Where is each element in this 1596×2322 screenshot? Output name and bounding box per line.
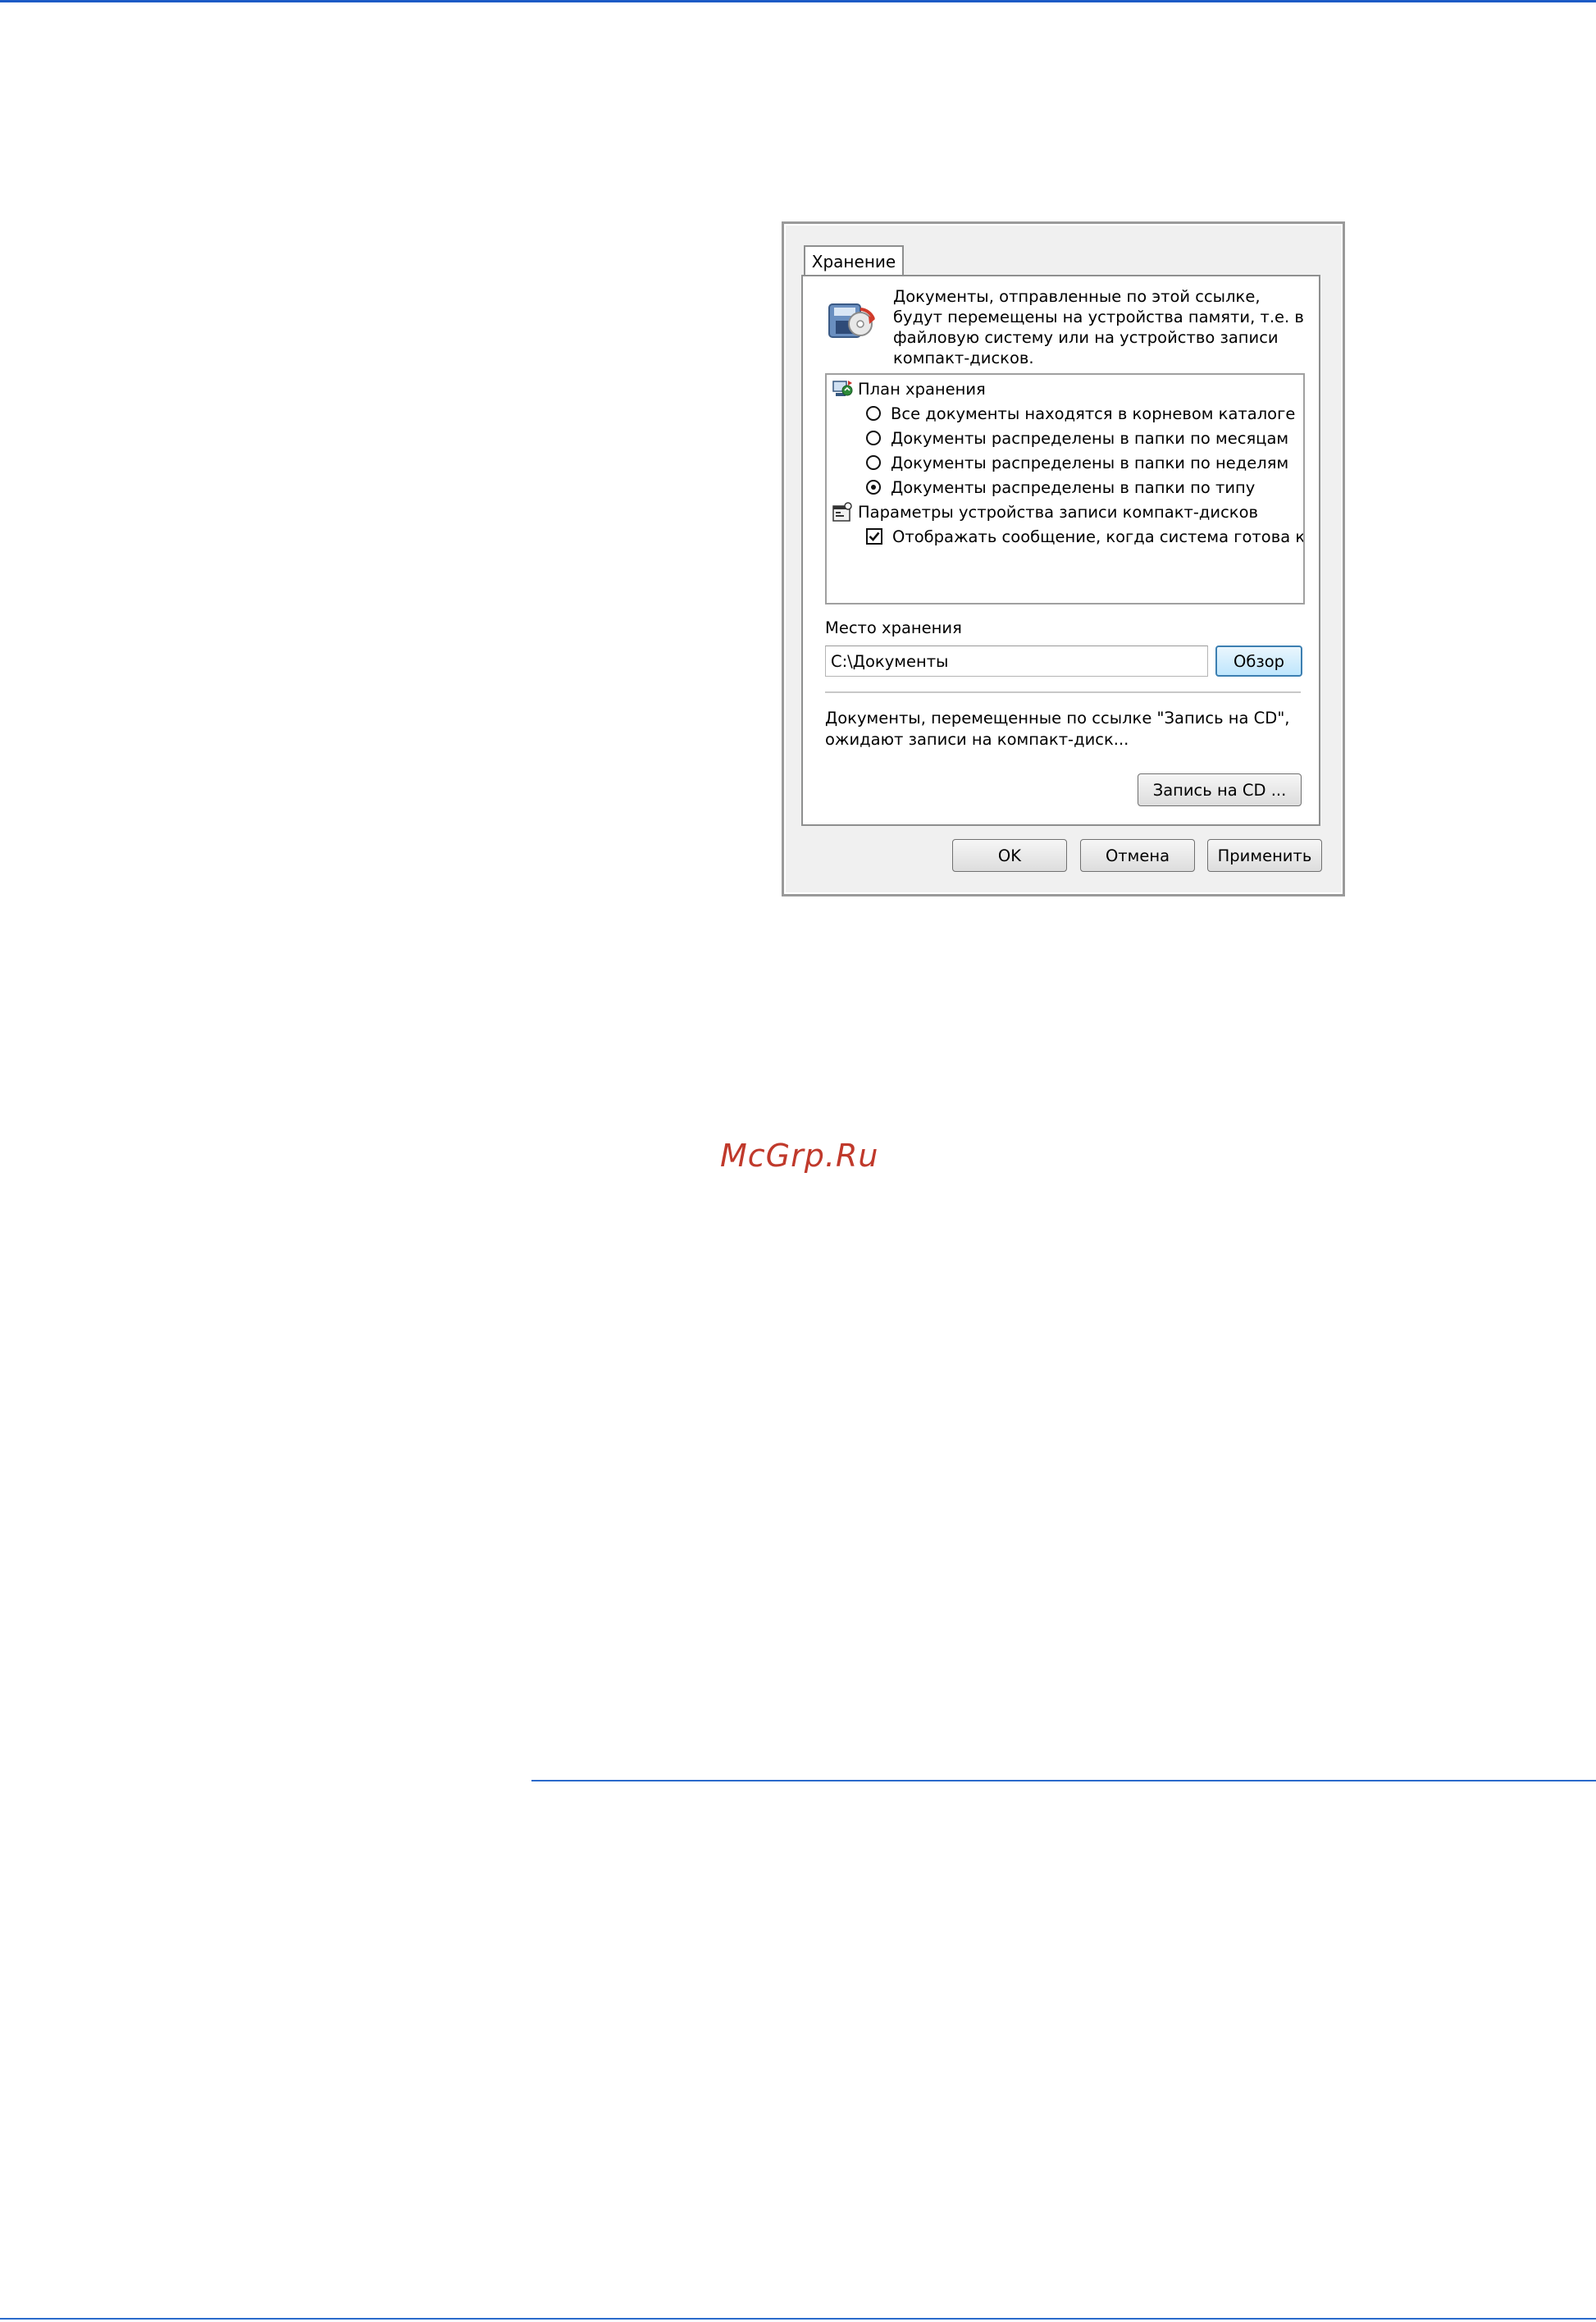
cd-settings-icon bbox=[832, 501, 853, 522]
tab-panel-storage: Документы, отправленные по этой ссылке, … bbox=[801, 275, 1320, 826]
cancel-button[interactable]: Отмена bbox=[1080, 839, 1195, 872]
radio-weeks[interactable] bbox=[866, 455, 881, 470]
cd-settings-label: Параметры устройства записи компакт-диск… bbox=[858, 502, 1259, 522]
plan-option-type[interactable]: Документы распределены в папки по типу bbox=[827, 475, 1255, 500]
intro-text: Документы, отправленные по этой ссылке, … bbox=[893, 287, 1304, 367]
ok-button[interactable]: OK bbox=[952, 839, 1067, 872]
bottom-rule bbox=[0, 2318, 1596, 2320]
location-input[interactable] bbox=[825, 646, 1208, 677]
storage-device-icon bbox=[824, 293, 877, 345]
plan-option-months[interactable]: Документы распределены в папки по месяца… bbox=[827, 426, 1288, 450]
storage-dialog: Хранение Документы, отправленные по этой… bbox=[782, 221, 1345, 896]
storage-plan-group: План хранения bbox=[827, 376, 986, 401]
storage-plan-label: План хранения bbox=[858, 379, 986, 399]
watermark: McGrp.Ru bbox=[720, 1138, 879, 1174]
top-rule bbox=[0, 0, 1596, 2]
checkmark-icon bbox=[869, 531, 880, 541]
storage-plan-box: План хранения Все документы находятся в … bbox=[825, 373, 1305, 604]
mid-rule bbox=[531, 1780, 1596, 1781]
storage-plan-icon bbox=[832, 378, 853, 399]
cd-pending-text: Документы, перемещенные по ссылке "Запис… bbox=[825, 709, 1290, 749]
location-label: Место хранения bbox=[825, 618, 962, 637]
divider bbox=[825, 691, 1301, 694]
browse-button[interactable]: Обзор bbox=[1215, 646, 1302, 677]
cd-option-label: Отображать сообщение, когда система гото… bbox=[892, 527, 1305, 546]
radio-root[interactable] bbox=[866, 406, 881, 421]
plan-option-label: Все документы находятся в корневом катал… bbox=[891, 404, 1296, 423]
radio-months[interactable] bbox=[866, 431, 881, 445]
cd-option-row[interactable]: Отображать сообщение, когда система гото… bbox=[827, 524, 1305, 549]
burn-cd-button[interactable]: Запись на CD ... bbox=[1138, 773, 1302, 806]
plan-option-label: Документы распределены в папки по типу bbox=[891, 477, 1256, 497]
tab-storage[interactable]: Хранение bbox=[804, 245, 904, 276]
show-message-checkbox[interactable] bbox=[866, 528, 882, 545]
plan-option-weeks[interactable]: Документы распределены в папки по неделя… bbox=[827, 450, 1288, 475]
apply-button[interactable]: Применить bbox=[1207, 839, 1322, 872]
radio-type[interactable] bbox=[866, 480, 881, 495]
plan-option-label: Документы распределены в папки по неделя… bbox=[891, 453, 1289, 472]
plan-option-label: Документы распределены в папки по месяца… bbox=[891, 428, 1289, 448]
cd-settings-group: Параметры устройства записи компакт-диск… bbox=[827, 500, 1258, 524]
plan-option-root[interactable]: Все документы находятся в корневом катал… bbox=[827, 401, 1295, 426]
